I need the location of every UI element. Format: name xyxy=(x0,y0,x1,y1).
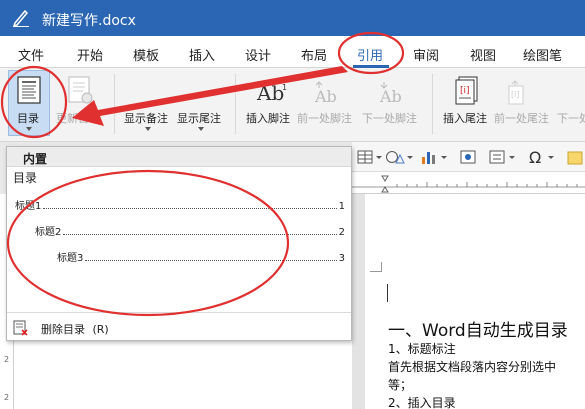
tab-templates[interactable]: 模板 xyxy=(133,45,159,64)
toc-leader-dots xyxy=(43,208,337,209)
svg-text:Ab: Ab xyxy=(256,81,284,105)
edit-pen-icon xyxy=(12,9,29,27)
prev-endnote-icon: [i] xyxy=(508,80,524,105)
toc-leader-dots xyxy=(63,234,337,235)
show-endnotes-button[interactable]: 显示尾注 xyxy=(177,110,221,126)
svg-text:Ab: Ab xyxy=(314,87,337,106)
toc-entry-label: 标题1 xyxy=(15,201,42,212)
svg-text:2: 2 xyxy=(4,393,9,402)
toc-label: 目录 xyxy=(17,112,39,125)
next-footnote-icon: Ab xyxy=(379,82,402,106)
doc-line-2[interactable]: 首先根据文档段落内容分别选中 xyxy=(388,358,556,375)
section-header-label: 内置 xyxy=(23,152,48,166)
delete-toc-icon xyxy=(13,320,28,336)
ribbon-separator xyxy=(235,74,236,134)
prev-footnote-button[interactable]: 前一处脚注 xyxy=(297,110,352,126)
note-icon[interactable] xyxy=(567,150,585,166)
text-cursor xyxy=(387,284,388,302)
prev-endnote-button[interactable]: 前一处尾注 xyxy=(494,110,549,126)
show-notes-button[interactable]: 显示备注 xyxy=(124,110,168,126)
svg-text:[i]: [i] xyxy=(511,90,519,99)
svg-text:2: 2 xyxy=(4,355,9,364)
toc-entry-page: 1 xyxy=(338,201,345,212)
tab-home[interactable]: 开始 xyxy=(77,45,103,64)
horizontal-ruler[interactable] xyxy=(352,172,585,194)
page-corner-marker xyxy=(370,262,382,272)
ribbon-separator xyxy=(114,74,115,134)
doc-line-4[interactable]: 2、插入目录 xyxy=(388,394,456,409)
svg-text:Ab: Ab xyxy=(379,87,402,106)
toc-dropdown-caret xyxy=(26,127,32,131)
toc-entry-level-2[interactable]: 标题2 2 xyxy=(35,224,345,238)
tab-review[interactable]: 审阅 xyxy=(413,45,439,64)
tab-insert[interactable]: 插入 xyxy=(189,45,215,64)
toc-dropdown-menu: 内置 目录 标题1 1 标题2 2 标题3 3 删除目录 (R) xyxy=(6,146,352,341)
tab-view[interactable]: 视图 xyxy=(470,45,496,64)
doc-heading[interactable]: 一、Word自动生成目录 xyxy=(388,316,568,341)
next-footnote-button[interactable]: 下一处脚注 xyxy=(362,110,417,126)
table-icon[interactable] xyxy=(357,149,383,165)
symbol-omega-icon[interactable]: Ω xyxy=(528,148,558,166)
toc-leader-dots xyxy=(85,260,337,261)
ribbon-tabs: 文件 开始 模板 插入 设计 布局 引用 审阅 视图 绘图笔 xyxy=(0,36,585,68)
toc-entry-level-3[interactable]: 标题3 3 xyxy=(57,250,345,264)
ribbon-separator xyxy=(432,74,433,134)
tab-references[interactable]: 引用 xyxy=(357,45,383,64)
prev-footnote-icon: Ab xyxy=(314,81,337,106)
update-toc-label: 更新目录 xyxy=(56,112,100,125)
delete-toc-label: 删除目录 xyxy=(41,323,85,336)
insert-footnote-icon: Ab 1 xyxy=(256,81,287,105)
insert-endnote-button[interactable]: 插入尾注 xyxy=(443,110,487,126)
title-bar: 新建写作.docx xyxy=(0,0,585,36)
toc-preview-title[interactable]: 目录 xyxy=(13,169,37,186)
text-box-icon[interactable] xyxy=(488,149,518,165)
toc-entry-level-1[interactable]: 标题1 1 xyxy=(15,198,345,212)
media-icon[interactable] xyxy=(459,149,479,165)
toc-icon xyxy=(17,76,41,104)
shapes-icon[interactable] xyxy=(384,149,414,165)
chart-icon[interactable] xyxy=(420,149,450,165)
insert-footnote-button[interactable]: 插入脚注 xyxy=(246,110,290,126)
svg-text:1: 1 xyxy=(282,83,287,92)
doc-line-1[interactable]: 1、标题标注 xyxy=(388,340,456,357)
tab-design[interactable]: 设计 xyxy=(245,45,271,64)
show-notes-caret xyxy=(145,127,151,131)
insert-endnote-icon: [i] xyxy=(455,76,478,105)
toc-entry-label: 标题3 xyxy=(57,253,84,264)
tab-drawing-pen[interactable]: 绘图笔 xyxy=(523,45,562,64)
svg-text:Ω: Ω xyxy=(529,148,541,166)
toc-entry-page: 2 xyxy=(338,227,345,238)
toc-entry-page: 3 xyxy=(338,253,345,264)
tab-file[interactable]: 文件 xyxy=(18,45,44,64)
update-toc-icon xyxy=(68,76,93,104)
document-title: 新建写作.docx xyxy=(42,13,136,29)
dropdown-section-header: 内置 xyxy=(7,147,351,167)
delete-toc-shortcut: (R) xyxy=(92,323,109,336)
delete-toc-item[interactable]: 删除目录 (R) xyxy=(13,319,213,337)
tab-layout[interactable]: 布局 xyxy=(301,45,327,64)
toc-entry-label: 标题2 xyxy=(35,227,62,238)
dropdown-divider xyxy=(7,312,351,313)
svg-text:[i]: [i] xyxy=(460,86,470,96)
show-endnotes-caret xyxy=(198,127,204,131)
doc-line-3[interactable]: 等； xyxy=(388,376,412,393)
next-endnote-button[interactable]: 下一处 xyxy=(557,110,585,126)
